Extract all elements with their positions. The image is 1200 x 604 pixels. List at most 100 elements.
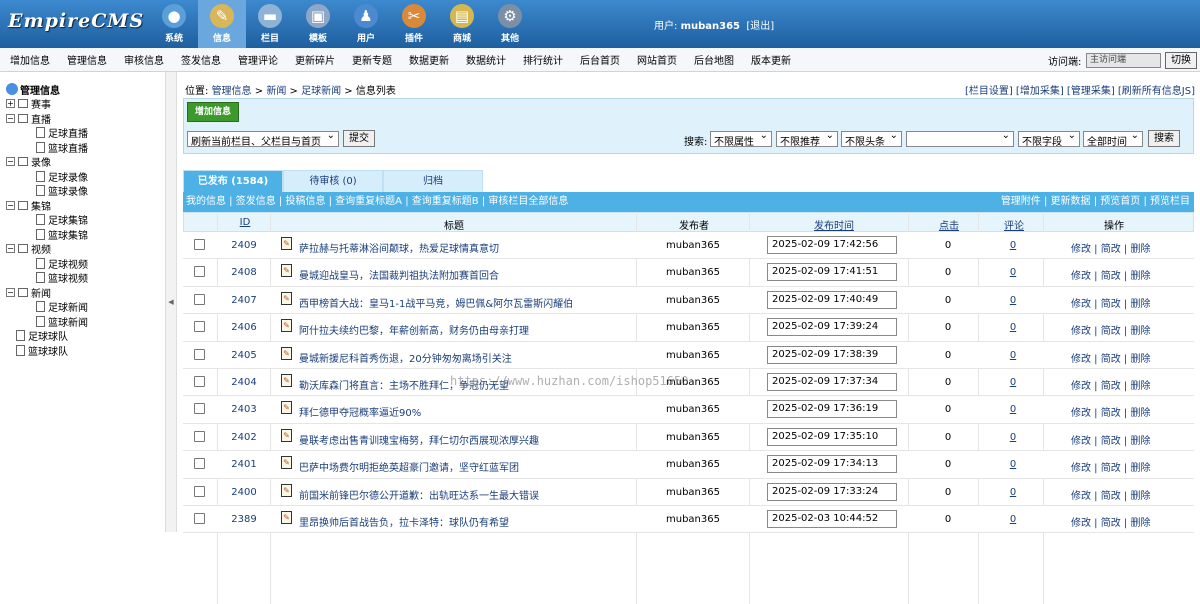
row-actions[interactable]: 修改 | 简改 | 删除 [1071, 514, 1171, 529]
row-checkbox[interactable] [194, 239, 205, 250]
row-title[interactable]: 巴萨中场费尔明拒绝英超豪门邀请，坚守红蓝军团 [299, 459, 519, 474]
visit-select[interactable]: 主访问端 [1086, 53, 1161, 68]
row-checkbox[interactable] [194, 348, 205, 360]
breadcrumb-link[interactable]: 管理信息 [212, 86, 252, 97]
row-comments[interactable]: 0 [998, 267, 1028, 278]
row-comments[interactable]: 0 [998, 350, 1028, 361]
row-title[interactable]: 阿什拉夫续约巴黎，年薪创新高，财务仍由母亲打理 [299, 322, 529, 337]
row-id[interactable]: 2405 [223, 350, 265, 361]
row-checkbox[interactable] [194, 293, 205, 305]
row-title[interactable]: 前国米前锋巴尔德公开道歉：出轨旺达系一生最大错误 [299, 487, 539, 502]
submit-button[interactable]: 提交 [343, 130, 375, 147]
row-id[interactable]: 2402 [223, 432, 265, 443]
row-time-input[interactable]: 2025-02-09 17:38:39 [767, 345, 897, 364]
time-select[interactable]: 全部时间 [1083, 131, 1143, 147]
tree-item[interactable]: − 录像 [6, 155, 88, 169]
nav-template[interactable]: ▣ 模板 [294, 0, 342, 48]
breadcrumb-link[interactable]: 新闻 [266, 86, 286, 97]
row-actions[interactable]: 修改 | 简改 | 删除 [1071, 404, 1171, 419]
nav-card[interactable]: ▤ 商城 [438, 0, 486, 48]
tree-item[interactable]: − 直播 [6, 111, 88, 126]
menu-item[interactable]: 签发信息 [171, 52, 228, 67]
menu-item[interactable]: 更新专题 [342, 52, 399, 67]
menu-item[interactable]: 增加信息 [0, 52, 57, 67]
col-hits[interactable]: 点击 [929, 217, 969, 232]
tree-item[interactable]: 足球视频 [6, 256, 88, 271]
col-comments[interactable]: 评论 [994, 217, 1034, 232]
row-title[interactable]: 曼城迎战皇马，法国裁判祖执法附加赛首回合 [299, 267, 499, 282]
collapse-icon[interactable]: − [6, 244, 15, 254]
tree-item[interactable]: 篮球新闻 [6, 314, 88, 329]
row-id[interactable]: 2408 [223, 267, 265, 278]
menu-item[interactable]: 管理评论 [228, 52, 285, 67]
tree-item[interactable]: − 集锦 [6, 198, 88, 213]
row-actions[interactable]: 修改 | 简改 | 删除 [1071, 322, 1171, 337]
tree-item[interactable]: 足球直播 [6, 126, 88, 140]
menu-item[interactable]: 数据更新 [399, 52, 456, 67]
tab-1[interactable]: 待审核 (0) [283, 170, 383, 192]
logout-link[interactable]: [退出] [746, 21, 774, 32]
row-id[interactable]: 2407 [223, 295, 265, 306]
row-checkbox[interactable] [194, 403, 205, 415]
nav-globe[interactable]: ● 系统 [150, 0, 198, 48]
row-actions[interactable]: 修改 | 简改 | 删除 [1071, 240, 1171, 255]
row-id[interactable]: 2400 [223, 487, 265, 498]
tree-item[interactable]: − 视频 [6, 242, 88, 256]
row-id[interactable]: 2406 [223, 322, 265, 333]
row-comments[interactable]: 0 [998, 487, 1028, 498]
tree-item[interactable]: 足球新闻 [6, 300, 88, 314]
nav-edit[interactable]: ✎ 信息 [198, 0, 246, 48]
row-checkbox[interactable] [194, 512, 205, 524]
row-comments[interactable]: 0 [998, 459, 1028, 470]
nav-user[interactable]: ♟ 用户 [342, 0, 390, 48]
row-checkbox[interactable] [194, 375, 205, 387]
col-id[interactable]: ID [229, 217, 261, 228]
row-time-input[interactable]: 2025-02-09 17:40:49 [767, 290, 897, 309]
row-actions[interactable]: 修改 | 简改 | 删除 [1071, 377, 1171, 392]
sub-links-right[interactable]: 管理附件 | 更新数据 | 预览首页 | 预览栏目 [1001, 192, 1190, 212]
row-comments[interactable]: 0 [998, 514, 1028, 525]
nav-tools[interactable]: ✂ 插件 [390, 0, 438, 48]
row-time-input[interactable]: 2025-02-09 17:42:56 [767, 236, 897, 254]
row-comments[interactable]: 0 [998, 377, 1028, 388]
row-actions[interactable]: 修改 | 简改 | 删除 [1071, 350, 1171, 365]
row-id[interactable]: 2409 [223, 240, 265, 251]
row-checkbox[interactable] [194, 485, 205, 497]
row-id[interactable]: 2403 [223, 404, 265, 415]
menu-item[interactable]: 排行统计 [513, 52, 570, 67]
collapse-icon[interactable]: − [6, 113, 15, 123]
collapse-icon[interactable]: − [6, 200, 15, 210]
tree-item[interactable]: + 赛事 [6, 97, 88, 111]
row-title[interactable]: 拜仁德甲夺冠概率逼近90% [299, 404, 421, 419]
row-checkbox[interactable] [194, 458, 205, 470]
row-time-input[interactable]: 2025-02-09 17:34:13 [767, 455, 897, 474]
row-id[interactable]: 2389 [223, 514, 265, 525]
expand-icon[interactable]: + [6, 99, 15, 109]
tree-item[interactable]: − 新闻 [6, 285, 88, 300]
row-actions[interactable]: 修改 | 简改 | 删除 [1071, 267, 1171, 282]
sub-links-left[interactable]: 我的信息 | 签发信息 | 投稿信息 | 查询重复标题A | 查询重复标题B |… [186, 196, 568, 207]
tree-item[interactable]: 足球集锦 [6, 213, 88, 227]
switch-button[interactable]: 切换 [1165, 52, 1197, 69]
headline-filter[interactable]: 不限头条 [841, 131, 902, 147]
row-title[interactable]: 萨拉赫与托蒂淋浴间颠球，热爱足球情真意切 [299, 240, 499, 255]
breadcrumb-link[interactable]: 足球新闻 [301, 86, 341, 97]
tree-item[interactable]: 篮球集锦 [6, 227, 88, 242]
tree-item[interactable]: 管理信息 [6, 82, 88, 97]
row-title[interactable]: 曼联考虑出售青训瑰宝梅努，拜仁切尔西展现浓厚兴趣 [299, 432, 539, 447]
nav-folder[interactable]: ▬ 栏目 [246, 0, 294, 48]
tree-item[interactable]: 篮球球队 [6, 343, 88, 358]
collapse-icon[interactable]: − [6, 157, 15, 167]
row-actions[interactable]: 修改 | 简改 | 删除 [1071, 459, 1171, 474]
menu-item[interactable]: 网站首页 [627, 52, 684, 67]
sidebar-collapse-handle[interactable]: ◀ [166, 72, 177, 532]
row-actions[interactable]: 修改 | 简改 | 删除 [1071, 432, 1171, 447]
tree-item[interactable]: 篮球录像 [6, 184, 88, 198]
nav-gear[interactable]: ⚙ 其他 [486, 0, 534, 48]
row-title[interactable]: 西甲榜首大战：皇马1-1战平马竞，姆巴佩&阿尔瓦雷斯闪耀伯 [299, 295, 573, 310]
tab-0[interactable]: 已发布 (1584) [183, 170, 283, 192]
tree-item[interactable]: 足球录像 [6, 169, 88, 184]
quick-links[interactable]: [栏目设置] [增加采集] [管理采集] [刷新所有信息JS] [965, 82, 1195, 97]
menu-item[interactable]: 后台首页 [570, 52, 627, 67]
row-actions[interactable]: 修改 | 简改 | 删除 [1071, 487, 1171, 502]
